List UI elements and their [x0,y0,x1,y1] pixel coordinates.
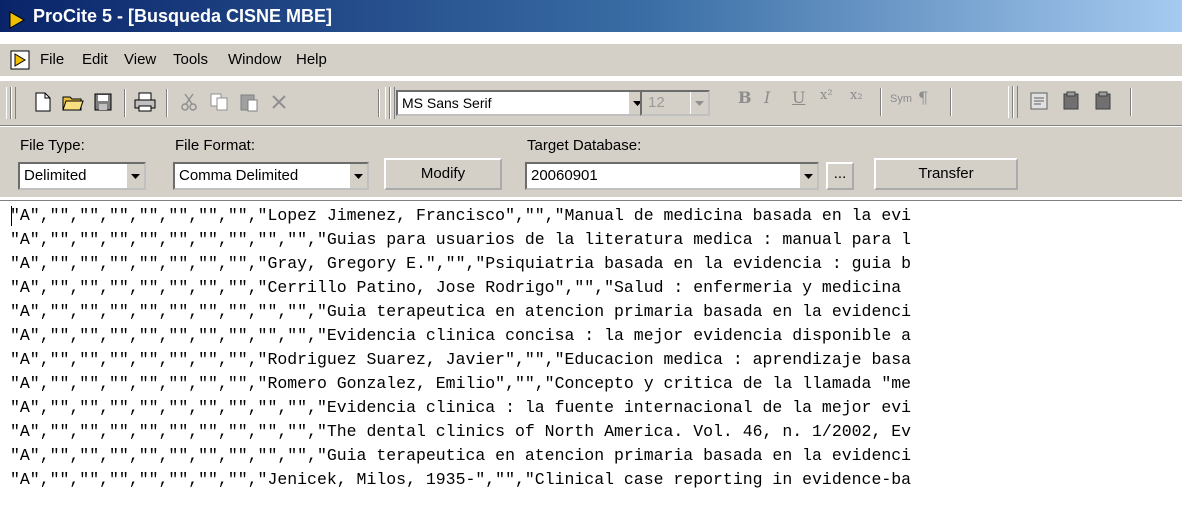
toolbar-grip[interactable] [1013,86,1018,118]
record-row[interactable]: "A","","","","","","","","Lopez Jimenez,… [10,204,1180,228]
browse-button[interactable]: ... [826,162,854,190]
chevron-down-icon[interactable] [349,164,367,188]
chevron-down-icon[interactable] [690,92,708,114]
new-file-icon[interactable] [30,89,56,115]
record-row[interactable]: "A","","","","","","","","","","Evidenci… [10,396,1180,420]
chevron-down-icon[interactable] [126,164,144,188]
symbol-button[interactable]: Sym [890,93,912,105]
record-row[interactable]: "A","","","","","","","","Romero Gonzale… [10,372,1180,396]
toolbar-separator [950,88,952,116]
menu-file[interactable]: File [40,44,64,76]
font-name-value: MS Sans Serif [402,95,492,111]
chevron-down-icon[interactable] [799,164,817,188]
record-edit-icon[interactable] [1026,88,1052,114]
document-window-icon[interactable] [10,50,30,70]
toolbar-grip[interactable] [11,87,16,119]
toolbar-separator [124,89,126,117]
clipboard-icon[interactable] [1058,88,1084,114]
record-row[interactable]: "A","","","","","","","","Rodriguez Suar… [10,348,1180,372]
procite-app-icon[interactable] [8,7,26,29]
target-database-select[interactable]: 20060901 [525,162,819,190]
toolbar-separator [378,89,380,117]
file-type-label: File Type: [20,137,85,154]
font-name-select[interactable]: MS Sans Serif [396,90,648,116]
target-database-value: 20060901 [531,167,598,184]
font-size-select[interactable]: 12 [640,90,710,116]
menu-tools[interactable]: Tools [173,44,208,76]
underline-button[interactable]: U [792,88,805,107]
print-icon[interactable] [132,89,158,115]
record-row[interactable]: "A","","","","","","","","Cerrillo Patin… [10,276,1180,300]
toolbar-grip[interactable] [390,87,395,119]
delete-icon[interactable] [266,89,292,115]
toolbar-separator [1130,88,1132,116]
record-row[interactable]: "A","","","","","","","","","","The dent… [10,420,1180,444]
transfer-button[interactable]: Transfer [874,158,1018,190]
file-type-value: Delimited [24,167,87,184]
record-row[interactable]: "A","","","","","","","","","","Guia ter… [10,444,1180,468]
target-database-label: Target Database: [527,137,642,154]
records-pane[interactable]: "A","","","","","","","","Lopez Jimenez,… [0,200,1182,510]
subscript-button[interactable]: x₂ [850,88,863,103]
bold-button[interactable]: B [738,88,752,107]
cut-icon[interactable] [176,89,202,115]
save-icon[interactable] [90,89,116,115]
window-title: ProCite 5 - [Busqueda CISNE MBE] [33,6,333,26]
menu-view[interactable]: View [124,44,156,76]
title-bar[interactable]: ProCite 5 - [Busqueda CISNE MBE] [0,0,1182,32]
toolbar-separator [166,89,168,117]
record-row[interactable]: "A","","","","","","","","","","Guia ter… [10,300,1180,324]
file-format-value: Comma Delimited [179,167,299,184]
modify-button[interactable]: Modify [384,158,502,190]
clipboard-icon[interactable] [1090,88,1116,114]
toolbar-separator [880,88,882,116]
menu-window[interactable]: Window [228,44,281,76]
record-row[interactable]: "A","","","","","","","","","","Guias pa… [10,228,1180,252]
record-row[interactable]: "A","","","","","","","","","","Evidenci… [10,324,1180,348]
menu-edit[interactable]: Edit [82,44,108,76]
file-format-select[interactable]: Comma Delimited [173,162,369,190]
open-folder-icon[interactable] [60,89,86,115]
superscript-button[interactable]: x² [820,88,833,103]
record-row[interactable]: "A","","","","","","","","Gray, Gregory … [10,252,1180,276]
menu-bar: File Edit View Tools Window Help [0,44,1182,76]
menu-help[interactable]: Help [296,44,327,76]
file-format-label: File Format: [175,137,256,154]
font-size-value: 12 [648,94,665,111]
copy-icon[interactable] [206,89,232,115]
record-row[interactable]: "A","","","","","","","","Jenicek, Milos… [10,468,1180,492]
paragraph-button[interactable]: ¶ [918,88,928,107]
paste-icon[interactable] [236,89,262,115]
file-type-select[interactable]: Delimited [18,162,146,190]
italic-button[interactable]: I [764,88,770,107]
